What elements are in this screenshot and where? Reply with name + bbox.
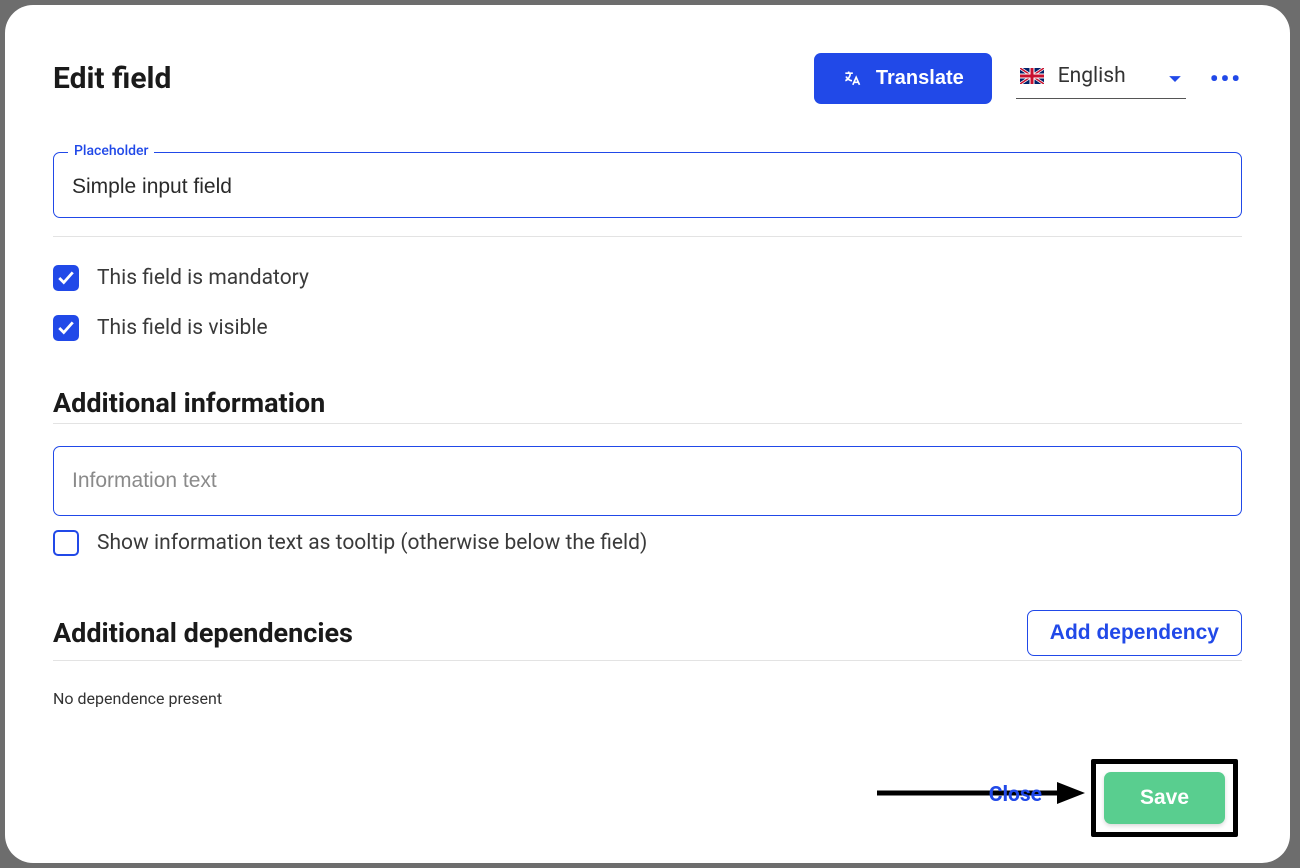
information-text-input[interactable] (72, 469, 1223, 493)
modal-footer: Close Save (53, 753, 1242, 833)
more-options-icon[interactable]: ••• (1210, 65, 1242, 93)
mandatory-label: This field is mandatory (97, 266, 309, 290)
modal-title: Edit field (53, 61, 171, 96)
divider (53, 236, 1242, 237)
visible-checkbox[interactable] (53, 315, 79, 341)
edit-field-modal: Edit field Translate (5, 5, 1290, 863)
tooltip-checkbox[interactable] (53, 530, 79, 556)
close-button[interactable]: Close (989, 783, 1042, 807)
mandatory-checkbox[interactable] (53, 265, 79, 291)
language-label: English (1058, 64, 1154, 88)
placeholder-label: Placeholder (68, 143, 154, 159)
save-highlight-box: Save (1091, 759, 1238, 837)
deps-header-row: Additional dependencies Add dependency (53, 610, 1242, 656)
uk-flag-icon (1020, 68, 1044, 84)
translate-button[interactable]: Translate (814, 53, 992, 104)
chevron-down-icon (1168, 69, 1182, 83)
info-input-wrapper (53, 446, 1242, 516)
placeholder-field-group: Placeholder (53, 152, 1242, 218)
save-button[interactable]: Save (1104, 772, 1225, 824)
additional-deps-heading: Additional dependencies (53, 617, 353, 649)
translate-icon (842, 69, 862, 89)
language-select[interactable]: English (1016, 58, 1186, 99)
tooltip-checkbox-row: Show information text as tooltip (otherw… (53, 530, 1242, 556)
visible-label: This field is visible (97, 316, 268, 340)
arrow-annotation-icon (877, 779, 1087, 819)
no-dependency-text: No dependence present (53, 689, 1242, 708)
translate-label: Translate (876, 67, 964, 90)
tooltip-label: Show information text as tooltip (otherw… (97, 531, 647, 555)
mandatory-checkbox-row: This field is mandatory (53, 265, 1242, 291)
section-divider (53, 423, 1242, 424)
add-dependency-button[interactable]: Add dependency (1027, 610, 1242, 656)
header-actions: Translate English ••• (814, 53, 1242, 104)
placeholder-input[interactable] (72, 175, 1223, 199)
deps-divider (53, 660, 1242, 661)
visible-checkbox-row: This field is visible (53, 315, 1242, 341)
modal-header: Edit field Translate (53, 53, 1242, 104)
additional-info-heading: Additional information (53, 387, 1242, 419)
